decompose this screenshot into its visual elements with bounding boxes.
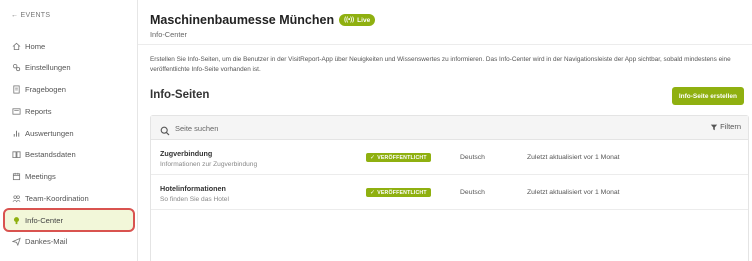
row-subtitle: So finden Sie das Hotel [160, 196, 229, 203]
page-title: Maschinenbaumesse München [150, 13, 335, 27]
table-row[interactable]: Hotelinformationen So finden Sie das Hot… [151, 176, 748, 210]
row-title: Hotelinformationen [160, 184, 226, 193]
sidebar-item-label: Team-Koordination [25, 193, 89, 203]
bulb-icon [11, 215, 21, 225]
filter-button[interactable]: Filtern [710, 122, 741, 131]
title-row: Maschinenbaumesse München ((•)) Live [150, 13, 376, 27]
send-icon [11, 237, 21, 247]
sidebar-nav: Home Einstellungen Fragebogen Reports Au… [0, 36, 138, 254]
broadcast-icon: ((•)) [344, 17, 355, 23]
team-icon [11, 193, 21, 203]
sidebar-item-label: Bestandsdaten [25, 150, 76, 160]
info-pages-table: Filtern Zugverbindung Informationen zur … [150, 115, 749, 261]
page-subtitle: Info-Center [150, 30, 187, 39]
row-title: Zugverbindung [160, 149, 213, 158]
row-updated: Zuletzt aktualisiert vor 1 Monat [527, 189, 620, 196]
table-row[interactable]: Zugverbindung Informationen zur Zugverbi… [151, 141, 748, 175]
reports-icon [11, 106, 21, 116]
sidebar-item-label: Einstellungen [25, 63, 71, 73]
filter-icon [710, 124, 718, 130]
row-language: Deutsch [460, 154, 485, 161]
main-content: Maschinenbaumesse München ((•)) Live Inf… [138, 0, 752, 261]
back-to-events-link[interactable]: ← EVENTS [11, 12, 50, 19]
sidebar-item-label: Dankes-Mail [25, 237, 68, 247]
chart-icon [11, 128, 21, 138]
sidebar-item-label: Info-Center [25, 215, 63, 225]
section-title: Info-Seiten [150, 89, 210, 101]
status-badge: ✓ VERÖFFENTLICHT [366, 153, 431, 162]
questionnaire-icon [11, 85, 21, 95]
sidebar-item-reports[interactable]: Reports [0, 101, 138, 121]
live-badge: ((•)) Live [339, 14, 376, 26]
sidebar-item-label: Fragebogen [25, 85, 66, 95]
sidebar-item-label: Meetings [25, 172, 56, 182]
book-icon [11, 150, 21, 160]
sidebar-item-meetings[interactable]: Meetings [0, 167, 138, 187]
status-label: VERÖFFENTLICHT [377, 189, 427, 196]
check-icon: ✓ [370, 155, 376, 161]
status-badge: ✓ VERÖFFENTLICHT [366, 188, 431, 197]
check-icon: ✓ [370, 190, 376, 196]
home-icon [11, 41, 21, 51]
sidebar: ← EVENTS Home Einstellungen Fragebogen R… [0, 0, 138, 261]
create-info-page-button[interactable]: Info-Seite erstellen [671, 87, 744, 105]
sidebar-item-home[interactable]: Home [0, 36, 138, 56]
sidebar-item-auswertungen[interactable]: Auswertungen [0, 123, 138, 143]
search-input[interactable] [175, 121, 685, 135]
sidebar-item-bestandsdaten[interactable]: Bestandsdaten [0, 145, 138, 165]
sidebar-item-fragebogen[interactable]: Fragebogen [0, 80, 138, 100]
sidebar-item-einstellungen[interactable]: Einstellungen [0, 58, 138, 78]
row-updated: Zuletzt aktualisiert vor 1 Monat [527, 154, 620, 161]
status-label: VERÖFFENTLICHT [377, 154, 427, 161]
live-badge-label: Live [357, 16, 371, 24]
row-subtitle: Informationen zur Zugverbindung [160, 161, 258, 168]
sidebar-item-dankes-mail[interactable]: Dankes-Mail [0, 232, 138, 252]
calendar-icon [11, 172, 21, 182]
sidebar-item-label: Home [25, 41, 46, 51]
search-bar: Filtern [151, 116, 748, 140]
settings-icon [11, 63, 21, 73]
sidebar-item-label: Reports [25, 106, 52, 116]
divider [138, 44, 752, 45]
row-language: Deutsch [460, 189, 485, 196]
description-text: Erstellen Sie Info-Seiten, um die Benutz… [150, 56, 731, 73]
sidebar-item-label: Auswertungen [25, 128, 74, 138]
sidebar-item-team-koordination[interactable]: Team-Koordination [0, 188, 138, 208]
filter-label: Filtern [720, 122, 741, 131]
sidebar-item-info-center[interactable]: Info-Center [3, 208, 135, 233]
search-icon [160, 123, 170, 136]
